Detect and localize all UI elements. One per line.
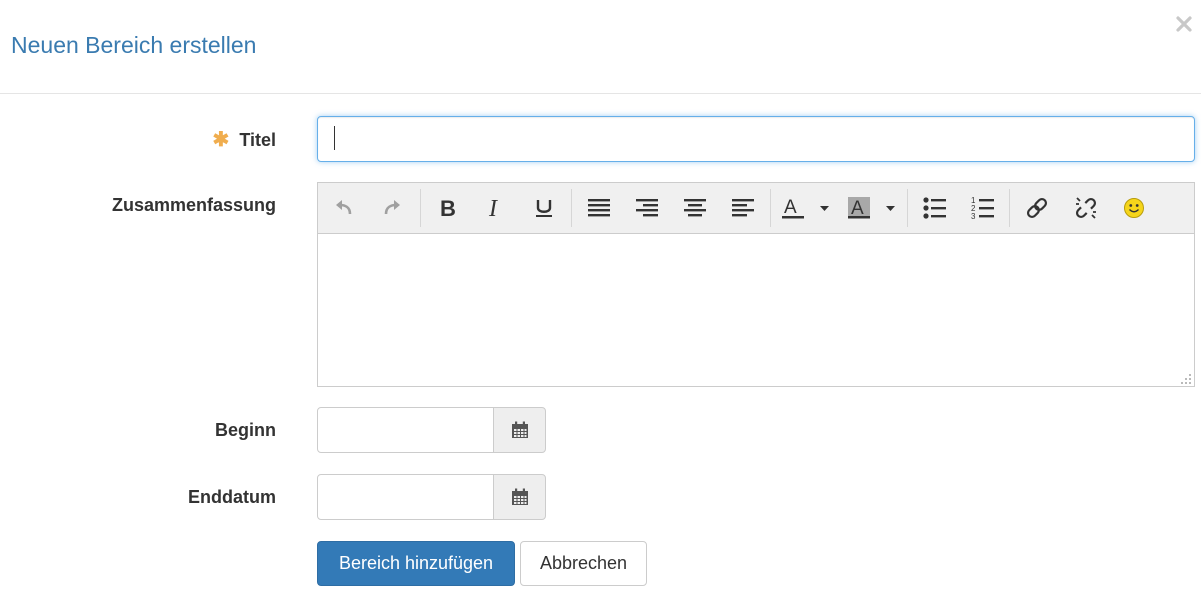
summary-label: Zusammenfassung (111, 195, 276, 215)
start-date-group (317, 407, 546, 453)
link-icon (1026, 197, 1048, 219)
align-left-icon (732, 199, 754, 217)
start-date-input[interactable] (317, 407, 494, 453)
background-color-icon: A (848, 197, 895, 219)
cancel-button[interactable]: Abbrechen (520, 541, 647, 586)
toolbar-separator (770, 189, 771, 227)
underline-button[interactable] (529, 193, 559, 223)
rich-text-editor: B I A A 1 2 3 (317, 182, 1195, 387)
toolbar-separator (907, 189, 908, 227)
unlink-icon (1075, 197, 1097, 219)
resize-grip-icon (1181, 374, 1191, 384)
svg-text:I: I (488, 197, 498, 219)
svg-text:A: A (851, 198, 864, 219)
svg-text:B: B (440, 197, 456, 219)
redo-icon (384, 200, 400, 215)
editor-toolbar: B I A A 1 2 3 (318, 183, 1194, 234)
emoticon-button[interactable] (1119, 193, 1149, 223)
title-label-text: Titel (239, 130, 276, 150)
align-right-button[interactable] (632, 193, 662, 223)
close-icon (1176, 16, 1192, 32)
italic-icon: I (488, 197, 498, 219)
bullet-list-icon (923, 197, 946, 219)
align-center-icon (684, 199, 706, 217)
undo-icon (336, 200, 352, 215)
align-justify-button[interactable] (584, 193, 614, 223)
calendar-icon (511, 488, 528, 505)
align-right-icon (636, 199, 658, 217)
start-date-label: Beginn (215, 420, 276, 440)
dialog-title: Neuen Bereich erstellen (11, 32, 257, 58)
editor-content-area[interactable] (318, 234, 1194, 386)
end-date-picker-button[interactable] (493, 474, 546, 520)
required-icon: ✱ (212, 129, 230, 151)
insert-link-button[interactable] (1022, 193, 1052, 223)
align-left-button[interactable] (728, 193, 758, 223)
end-date-label: Enddatum (188, 487, 276, 507)
title-input[interactable] (317, 116, 1195, 162)
text-color-icon: A (782, 197, 829, 219)
text-color-button[interactable]: A (780, 193, 834, 223)
resize-handle[interactable] (1180, 372, 1192, 384)
align-center-button[interactable] (680, 193, 710, 223)
svg-text:A: A (784, 197, 797, 218)
svg-text:3: 3 (971, 212, 976, 220)
title-label: ✱ Titel (213, 127, 276, 152)
bold-icon: B (440, 197, 456, 219)
start-date-picker-button[interactable] (493, 407, 546, 453)
underline-icon (536, 200, 552, 217)
redo-button[interactable] (377, 193, 407, 223)
align-justify-icon (588, 199, 610, 217)
background-color-button[interactable]: A (846, 193, 900, 223)
undo-button[interactable] (329, 193, 359, 223)
numbered-list-button[interactable]: 1 2 3 (968, 193, 998, 223)
emoticon-icon (1124, 198, 1144, 218)
calendar-icon (511, 421, 528, 438)
end-date-input[interactable] (317, 474, 494, 520)
toolbar-separator (1009, 189, 1010, 227)
numbered-list-icon: 1 2 3 (971, 196, 994, 220)
bullet-list-button[interactable] (920, 193, 950, 223)
add-area-button[interactable]: Bereich hinzufügen (317, 541, 515, 586)
bold-button[interactable]: B (432, 193, 462, 223)
dialog-header: Neuen Bereich erstellen (0, 0, 1201, 94)
text-cursor (334, 126, 335, 150)
italic-button[interactable]: I (480, 193, 510, 223)
end-date-group (317, 474, 546, 520)
close-button[interactable] (1174, 14, 1194, 34)
remove-link-button[interactable] (1071, 193, 1101, 223)
toolbar-separator (420, 189, 421, 227)
toolbar-separator (571, 189, 572, 227)
